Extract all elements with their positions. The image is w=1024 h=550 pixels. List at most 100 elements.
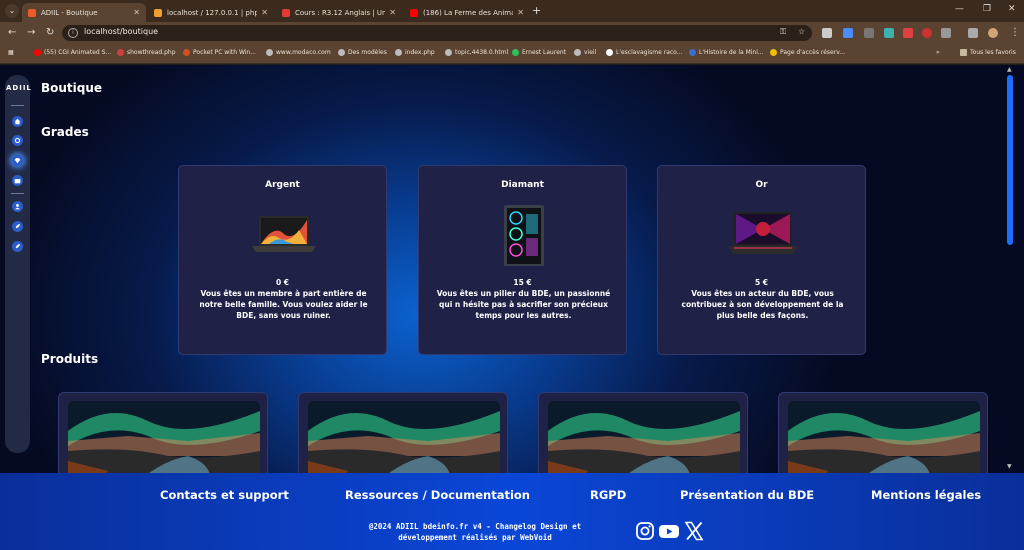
shop-icon[interactable]: [12, 175, 23, 186]
sidebar: ADIIL: [5, 75, 31, 453]
footer-link-contacts[interactable]: Contacts et support: [160, 488, 289, 502]
sidebar-logo[interactable]: ADIIL: [6, 84, 31, 92]
tab-1[interactable]: localhost / 127.0.0.1 | phpMyAdmin ✕: [148, 3, 274, 22]
bookmark-item[interactable]: vieil: [574, 49, 596, 56]
bookmark-favicon-icon: [574, 49, 581, 56]
close-window-button[interactable]: ✕: [1008, 4, 1016, 14]
sidebar-divider: [11, 105, 24, 106]
gaming-pc-image: [504, 205, 544, 266]
extension-icon[interactable]: [864, 28, 874, 38]
bookmark-item[interactable]: Des modèles: [338, 49, 387, 56]
x-icon[interactable]: [684, 521, 704, 541]
bookmark-favicon-icon: [395, 49, 402, 56]
user-icon[interactable]: [12, 201, 23, 212]
url-input[interactable]: i localhost/boutique ⚿ ☆: [62, 25, 812, 41]
tab-3[interactable]: (186) La Ferme des Animaux (1954) ✕: [404, 3, 530, 22]
rocket-icon-2[interactable]: [12, 241, 23, 252]
youtube-icon[interactable]: [658, 521, 680, 541]
grade-card-diamant[interactable]: Diamant 15 € Vous êtes un pilier du BDE,…: [418, 165, 627, 355]
scrollbar-thumb[interactable]: [1007, 75, 1013, 245]
instagram-icon[interactable]: [635, 521, 655, 541]
grade-name: Diamant: [501, 180, 544, 190]
minimize-button[interactable]: —: [955, 4, 964, 14]
star-icon[interactable]: ☆: [798, 27, 805, 36]
tab-close-icon[interactable]: ✕: [389, 8, 396, 17]
reading-list-icon[interactable]: [968, 28, 978, 38]
laptop-image: [252, 216, 316, 252]
tab-close-icon[interactable]: ✕: [133, 8, 140, 17]
grade-price: 0 €: [275, 278, 290, 287]
footer-link-rgpd[interactable]: RGPD: [590, 488, 626, 502]
reload-button[interactable]: ↻: [46, 27, 54, 38]
footer-link-presentation[interactable]: Présentation du BDE: [680, 488, 814, 502]
grade-description: Vous êtes un pilier du BDE, un passionné…: [436, 289, 611, 320]
grade-description: Vous êtes un acteur du BDE, vous contrib…: [681, 289, 844, 320]
bookmark-favicon-icon: [689, 49, 696, 56]
all-bookmarks-folder[interactable]: Tous les favoris: [960, 49, 1016, 56]
gaming-laptop-image: [728, 212, 798, 254]
bookmark-item[interactable]: Page d'accès réserv...: [770, 49, 845, 56]
more-bookmarks-icon[interactable]: »: [936, 49, 940, 56]
bookmark-item[interactable]: (55) CGI Animated S...: [34, 49, 111, 56]
page-title: Boutique: [41, 81, 103, 95]
grade-card-argent[interactable]: Argent 0 € Vous êtes un membre à part en…: [178, 165, 387, 355]
apps-icon[interactable]: ▦: [8, 49, 14, 56]
profile-avatar[interactable]: [988, 28, 998, 38]
grades-heading: Grades: [41, 125, 89, 139]
bookmark-favicon-icon: [445, 49, 452, 56]
new-tab-button[interactable]: +: [532, 4, 541, 17]
tab-favicon-icon: [410, 8, 418, 17]
grade-price: 15 €: [513, 278, 532, 287]
home-icon[interactable]: [12, 116, 23, 127]
back-button[interactable]: ←: [8, 27, 16, 38]
tab-0[interactable]: ADIIL - Boutique ✕: [22, 3, 146, 22]
tab-search-button[interactable]: ⌄: [5, 4, 19, 18]
bookmark-favicon-icon: [606, 49, 613, 56]
grade-name: Argent: [265, 180, 300, 190]
grade-card-or[interactable]: Or 5 € Vous êtes un acteur du BDE, vous …: [657, 165, 866, 355]
tab-close-icon[interactable]: ✕: [517, 8, 524, 17]
key-icon[interactable]: ⚿: [780, 27, 786, 37]
bookmark-item[interactable]: index.php: [395, 49, 435, 56]
tab-strip: ⌄ ADIIL - Boutique ✕ localhost / 127.0.0…: [0, 0, 1024, 22]
footer-copyright: @2024 ADIIL bdeinfo.fr v4 - Changelog De…: [368, 522, 582, 542]
site-info-icon[interactable]: i: [68, 28, 78, 38]
settings-icon[interactable]: [12, 135, 23, 146]
bookmark-favicon-icon: [512, 49, 519, 56]
diamond-icon[interactable]: [12, 155, 23, 166]
footer-link-ressources[interactable]: Ressources / Documentation: [345, 488, 530, 502]
tab-2[interactable]: Cours : R3.12 Anglais | Umtice ✕: [276, 3, 402, 22]
products-heading: Produits: [41, 352, 99, 366]
footer: Contacts et support Ressources / Documen…: [0, 473, 1024, 550]
rocket-icon[interactable]: [12, 221, 23, 232]
scroll-up-icon[interactable]: ▲: [1007, 66, 1012, 73]
extension-icon[interactable]: [884, 28, 894, 38]
bookmarks-bar: ▦ (55) CGI Animated S... showthread.php …: [0, 44, 1024, 64]
bookmark-favicon-icon: [266, 49, 273, 56]
bookmark-item[interactable]: www.modaco.com: [266, 49, 331, 56]
bookmark-favicon-icon: [117, 49, 124, 56]
bookmark-item[interactable]: showthread.php: [117, 49, 176, 56]
bookmark-item[interactable]: L'Histoire de la Mini...: [689, 49, 764, 56]
bookmark-item[interactable]: Ernest Laurent: [512, 49, 566, 56]
tab-favicon-icon: [28, 8, 36, 17]
bookmark-item[interactable]: Pocket PC with Win...: [183, 49, 256, 56]
bookmark-favicon-icon: [338, 49, 345, 56]
puzzle-icon[interactable]: [941, 28, 951, 38]
footer-link-mentions[interactable]: Mentions légales: [871, 488, 981, 502]
extension-icon[interactable]: [843, 28, 853, 38]
bookmark-item[interactable]: topic,4438.0.html: [445, 49, 508, 56]
extension-icon[interactable]: [903, 28, 913, 38]
scroll-down-icon[interactable]: ▼: [1007, 463, 1012, 470]
bookmark-favicon-icon: [34, 49, 41, 56]
maximize-button[interactable]: ❐: [983, 4, 991, 14]
forward-button[interactable]: →: [27, 27, 35, 38]
menu-icon[interactable]: ⋮: [1010, 27, 1020, 38]
bookmark-item[interactable]: L'esclavagisme raco...: [606, 49, 682, 56]
scrollbar[interactable]: ▲ ▼: [1004, 65, 1016, 475]
extension-icon[interactable]: [922, 28, 932, 38]
tab-close-icon[interactable]: ✕: [261, 8, 268, 17]
extension-icon[interactable]: [822, 28, 832, 38]
bookmark-favicon-icon: [770, 49, 777, 56]
grade-name: Or: [755, 180, 768, 190]
